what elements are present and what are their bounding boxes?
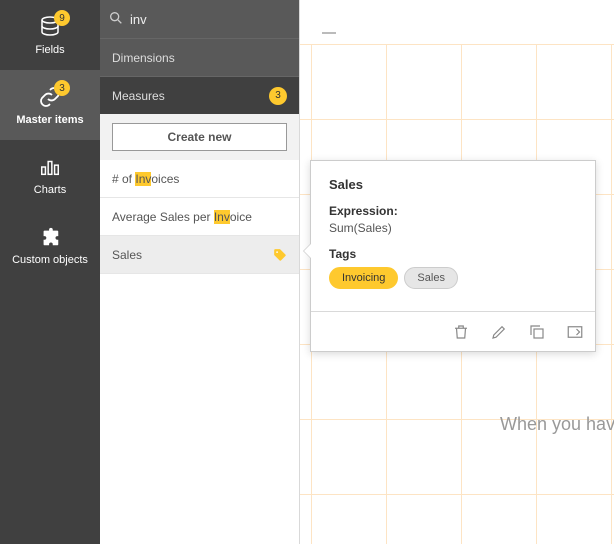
list-item[interactable]: Sales <box>100 236 299 274</box>
measures-count-badge: 3 <box>269 87 287 105</box>
puzzle-icon <box>37 224 63 250</box>
section-label: Measures <box>112 89 165 103</box>
create-row: Create new <box>100 114 299 160</box>
popover-title: Sales <box>329 177 577 192</box>
canvas-placeholder: When you hav <box>500 414 614 435</box>
sheet-canvas[interactable]: When you hav Sales Expression: Sum(Sales… <box>300 0 614 544</box>
expression-label: Expression: <box>329 204 577 218</box>
sheet-handle <box>322 32 336 34</box>
tag-icon <box>273 248 287 262</box>
rail-item-master-items[interactable]: 3 Master items <box>0 70 100 140</box>
rail-badge-fields: 9 <box>54 10 70 26</box>
list-item-label: # of Invoices <box>112 172 179 186</box>
rail-item-charts[interactable]: Charts <box>0 140 100 210</box>
rail-item-fields[interactable]: 9 Fields <box>0 0 100 70</box>
list-item-label: Average Sales per Invoice <box>112 210 252 224</box>
expand-button[interactable] <box>565 322 585 342</box>
rail-label: Custom objects <box>12 254 88 266</box>
create-new-button[interactable]: Create new <box>112 123 287 151</box>
measure-popover: Sales Expression: Sum(Sales) Tags Invoic… <box>310 160 596 352</box>
rail-label: Master items <box>16 114 83 126</box>
edit-button[interactable] <box>489 322 509 342</box>
search-icon <box>108 10 124 28</box>
rail-item-custom-objects[interactable]: Custom objects <box>0 210 100 280</box>
tag-chip[interactable]: Invoicing <box>329 267 398 289</box>
section-label: Dimensions <box>112 51 175 65</box>
assets-panel: Dimensions Measures 3 Create new # of In… <box>100 0 300 544</box>
rail-label: Charts <box>34 184 66 196</box>
list-item-label: Sales <box>112 248 142 262</box>
expression-value: Sum(Sales) <box>329 221 577 235</box>
section-measures[interactable]: Measures 3 <box>100 76 299 114</box>
section-dimensions[interactable]: Dimensions <box>100 38 299 76</box>
delete-button[interactable] <box>451 322 471 342</box>
bar-chart-icon <box>37 154 63 180</box>
tags-label: Tags <box>329 247 577 261</box>
list-item[interactable]: Average Sales per Invoice <box>100 198 299 236</box>
measures-list: # of Invoices Average Sales per Invoice … <box>100 160 299 274</box>
rail-label: Fields <box>35 44 64 56</box>
tag-chip[interactable]: Sales <box>404 267 458 289</box>
list-item[interactable]: # of Invoices <box>100 160 299 198</box>
duplicate-button[interactable] <box>527 322 547 342</box>
search-row <box>100 0 299 38</box>
rail-badge-master: 3 <box>54 80 70 96</box>
search-input[interactable] <box>130 12 306 27</box>
